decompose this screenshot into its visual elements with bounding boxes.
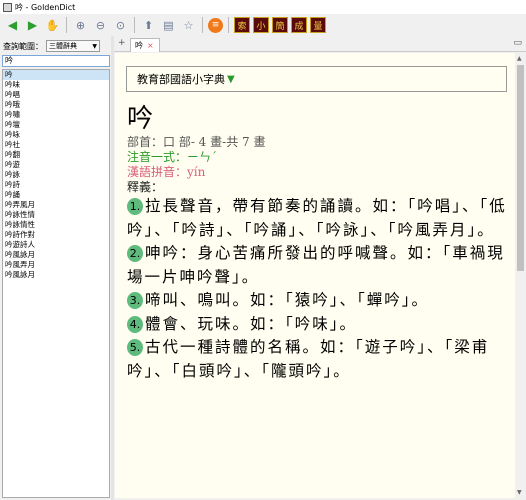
search-input[interactable]: 吟 bbox=[2, 55, 110, 67]
scope-row: 查詢範圍： 三體辭典 ▼ bbox=[3, 40, 100, 52]
definition-item: 4. 體會、玩味。如：「吟味」。 bbox=[127, 313, 511, 337]
list-item[interactable]: 吟風弄月 bbox=[3, 260, 109, 270]
list-item[interactable]: 吟詠性情 bbox=[3, 210, 109, 220]
definition-number: 2. bbox=[127, 245, 143, 262]
dictionary-name: 教育部國語小字典 bbox=[137, 73, 225, 86]
toolbar-separator bbox=[134, 17, 135, 33]
print-icon[interactable]: ▤ bbox=[160, 17, 177, 34]
chevron-down-icon: ▼ bbox=[92, 42, 97, 50]
list-item[interactable]: 吟誦 bbox=[3, 190, 109, 200]
toolbar-separator bbox=[66, 17, 67, 33]
list-item[interactable]: 吟翻 bbox=[3, 150, 109, 160]
list-item[interactable]: 吟詩作對 bbox=[3, 230, 109, 240]
zoom-reset-icon[interactable]: ⊙ bbox=[112, 17, 129, 34]
new-tab-icon[interactable]: + bbox=[118, 38, 126, 48]
left-pane: 查詢範圍： 三體辭典 ▼ 吟 吟 吟味 吟唱 吟哦 吟嘯 吟壇 吟咏 吟社 吟翻… bbox=[0, 36, 111, 500]
list-item[interactable]: 吟 bbox=[3, 70, 109, 80]
definition-number: 1. bbox=[127, 198, 143, 215]
favorite-star-icon[interactable]: ☆ bbox=[180, 17, 197, 34]
zoom-in-icon[interactable]: ⊕ bbox=[72, 17, 89, 34]
list-item[interactable]: 吟哦 bbox=[3, 100, 109, 110]
dict-button-4[interactable]: 量 bbox=[310, 17, 326, 33]
list-item[interactable]: 吟味 bbox=[3, 80, 109, 90]
list-item[interactable]: 吟咏 bbox=[3, 130, 109, 140]
definition-number: 5. bbox=[127, 339, 143, 356]
list-item[interactable]: 吟社 bbox=[3, 140, 109, 150]
list-item[interactable]: 吟遊 bbox=[3, 160, 109, 170]
list-item[interactable]: 吟詠情性 bbox=[3, 220, 109, 230]
scroll-up-icon[interactable]: ▲ bbox=[517, 55, 522, 62]
dict-button-2[interactable]: 簡 bbox=[272, 17, 288, 33]
zhuyin: 注音一式：ㄧㄣˊ bbox=[127, 150, 218, 164]
save-icon[interactable]: ⬆ bbox=[140, 17, 157, 34]
definition-number: 4. bbox=[127, 315, 143, 333]
article-view: 教育部國語小字典 ▼ 吟 部首：口 部- 4 畫-共 7 畫 注音一式：ㄧㄣˊ … bbox=[115, 53, 515, 498]
dict-button-0[interactable]: 索 bbox=[234, 17, 250, 33]
definition-item: 3. 啼叫、鳴叫。如：「猿吟」、「蟬吟」。 bbox=[127, 289, 511, 313]
list-item[interactable]: 吟遊詩人 bbox=[3, 240, 109, 250]
pane-splitter[interactable] bbox=[111, 36, 114, 500]
toolbar-separator bbox=[202, 17, 203, 33]
pinyin: 漢語拼音：yín bbox=[127, 165, 206, 179]
title-bar: 吟 - GoldenDict bbox=[0, 0, 526, 14]
collapse-triangle-icon[interactable]: ▼ bbox=[227, 74, 235, 85]
word-list[interactable]: 吟 吟味 吟唱 吟哦 吟嘯 吟壇 吟咏 吟社 吟翻 吟遊 吟詠 吟詩 吟誦 吟弄… bbox=[2, 69, 110, 498]
toolbar: ◀ ▶ ✋ ⊕ ⊖ ⊙ ⬆ ▤ ☆ ≡ 索 小 簡 成 量 bbox=[0, 14, 526, 36]
scroll-down-icon[interactable]: ▼ bbox=[517, 489, 522, 496]
definition-text: 啼叫、鳴叫。如：「猿吟」、「蟬吟」。 bbox=[145, 291, 430, 309]
definition-item: 2. 呻吟：身心苦痛所發出的呼喊聲。如：「車禍現場一片呻吟聲」。 bbox=[127, 242, 511, 289]
list-item[interactable]: 吟弄風月 bbox=[3, 200, 109, 210]
scope-select[interactable]: 三體辭典 ▼ bbox=[46, 40, 100, 52]
list-item[interactable]: 吟嘯 bbox=[3, 110, 109, 120]
window-title: 吟 - GoldenDict bbox=[15, 2, 76, 12]
list-item[interactable]: 吟詠 bbox=[3, 170, 109, 180]
tab-strip: + 吟 × ▭ bbox=[114, 36, 526, 52]
scroll-thumb[interactable] bbox=[517, 65, 524, 271]
scope-value: 三體辭典 bbox=[49, 42, 77, 50]
article-scrollbar[interactable]: ▲ ▼ bbox=[515, 53, 526, 498]
tab-list-icon[interactable]: ▭ bbox=[513, 38, 522, 48]
list-item[interactable]: 吟唱 bbox=[3, 90, 109, 100]
scope-label: 查詢範圍： bbox=[3, 41, 43, 51]
dict-button-3[interactable]: 成 bbox=[291, 17, 307, 33]
definition-number: 3. bbox=[127, 292, 143, 309]
tab-current[interactable]: 吟 × bbox=[130, 38, 160, 52]
scan-hand-icon[interactable]: ✋ bbox=[44, 17, 61, 34]
back-arrow-icon[interactable]: ◀ bbox=[4, 17, 21, 34]
definitions-list: 1. 拉長聲音，帶有節奏的誦讀。如：「吟唱」、「低吟」、「吟詩」、「吟誦」、「吟詠… bbox=[127, 195, 511, 383]
tab-label: 吟 bbox=[135, 41, 143, 50]
radical-info: 部首：口 部- 4 畫-共 7 畫 bbox=[127, 135, 266, 149]
list-item[interactable]: 吟風詠月 bbox=[3, 250, 109, 260]
dict-button-1[interactable]: 小 bbox=[253, 17, 269, 33]
definition-text: 古代一種詩體的名稱。如：「遊子吟」、「梁甫吟」、「白頭吟」、「隴頭吟」。 bbox=[127, 338, 490, 380]
close-icon[interactable]: × bbox=[147, 41, 154, 50]
definition-text: 拉長聲音，帶有節奏的誦讀。如：「吟唱」、「低吟」、「吟詩」、「吟誦」、「吟詠」、… bbox=[127, 197, 507, 239]
zoom-out-icon[interactable]: ⊖ bbox=[92, 17, 109, 34]
list-item[interactable]: 吟詩 bbox=[3, 180, 109, 190]
definition-item: 1. 拉長聲音，帶有節奏的誦讀。如：「吟唱」、「低吟」、「吟詩」、「吟誦」、「吟詠… bbox=[127, 195, 511, 242]
headword: 吟 bbox=[127, 104, 154, 134]
definition-text: 呻吟：身心苦痛所發出的呼喊聲。如：「車禍現場一片呻吟聲」。 bbox=[127, 244, 505, 286]
toolbar-separator bbox=[228, 17, 229, 33]
dictionary-header[interactable]: 教育部國語小字典 ▼ bbox=[126, 66, 507, 92]
forward-arrow-icon[interactable]: ▶ bbox=[24, 17, 41, 34]
list-item[interactable]: 吟風詠月 bbox=[3, 270, 109, 280]
menu-icon[interactable]: ≡ bbox=[208, 17, 223, 33]
definitions-heading: 釋義： bbox=[127, 180, 164, 194]
definition-text: 體會、玩味。如：「吟味」。 bbox=[145, 314, 358, 333]
list-item[interactable]: 吟壇 bbox=[3, 120, 109, 130]
definition-item: 5. 古代一種詩體的名稱。如：「遊子吟」、「梁甫吟」、「白頭吟」、「隴頭吟」。 bbox=[127, 336, 511, 383]
app-book-icon bbox=[3, 2, 12, 12]
